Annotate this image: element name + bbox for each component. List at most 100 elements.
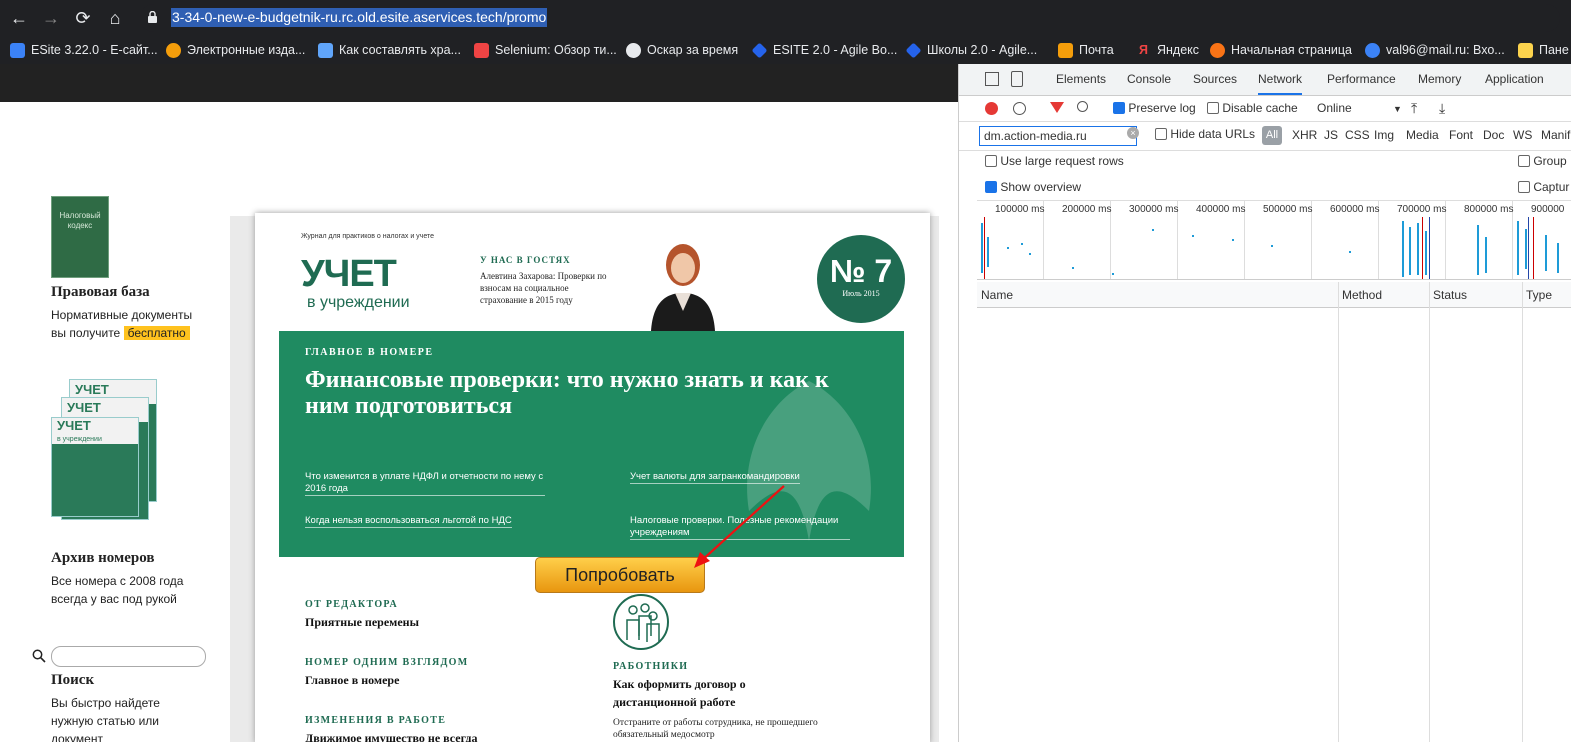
import-har-icon[interactable]: ⤒ <box>1411 100 1417 117</box>
legal-text-line1: Нормативные документы <box>51 308 193 322</box>
try-button[interactable]: Попробовать <box>535 557 705 593</box>
bookmark-mail[interactable]: Почта <box>1058 41 1114 59</box>
preserve-log-checkbox[interactable] <box>1113 102 1125 114</box>
tab-console[interactable]: Console <box>1127 72 1171 86</box>
archive-covers-image[interactable]: УЧЕТ УЧЕТ УЧЕТ в учреждении <box>51 379 171 520</box>
red-arrow-icon <box>694 485 785 568</box>
record-icon[interactable] <box>985 102 998 115</box>
devtools-tabbar: Elements Console Sources Network Perform… <box>959 64 1571 96</box>
gear-orange-icon <box>166 42 181 58</box>
capture-checkbox[interactable] <box>1518 181 1530 193</box>
filter-icon[interactable] <box>1050 102 1064 113</box>
disable-cache-toggle[interactable]: Disable cache <box>1207 101 1298 115</box>
home-button[interactable]: ⌂ <box>104 7 126 29</box>
search-input[interactable] <box>51 646 206 667</box>
search-icon[interactable] <box>1077 101 1088 112</box>
feature-link-ndfl[interactable]: Что изменится в уплате НДФЛ и отчетности… <box>305 471 545 496</box>
glance-title[interactable]: Главное в номере <box>305 671 399 689</box>
throttle-select[interactable]: Online ▼ <box>1317 101 1402 115</box>
column-name[interactable]: Name <box>981 288 1013 302</box>
clear-filter-icon[interactable]: × <box>1127 127 1139 139</box>
filter-input[interactable]: dm.action-media.ru <box>979 126 1137 146</box>
bookmark-editions[interactable]: Электронные изда... <box>166 41 305 59</box>
archive-title[interactable]: Архив номеров <box>51 550 154 567</box>
x-icon <box>10 42 25 58</box>
forward-button[interactable]: → <box>40 7 62 29</box>
timeline-tick: 200000 ms <box>1062 204 1112 215</box>
filter-all-button[interactable]: All <box>1262 126 1282 145</box>
filter-manifest[interactable]: Manif <box>1541 128 1570 142</box>
large-rows-label: Use large request rows <box>1000 154 1124 168</box>
large-rows-checkbox[interactable] <box>985 155 997 167</box>
archive-cover-word: УЧЕТ <box>57 418 91 433</box>
inspect-element-icon[interactable] <box>985 72 999 86</box>
tab-application[interactable]: Application <box>1485 72 1544 86</box>
filter-js[interactable]: JS <box>1324 128 1338 142</box>
filter-xhr[interactable]: XHR <box>1292 128 1317 142</box>
reload-button[interactable]: ⟳ <box>72 7 94 29</box>
guest-text: Алевтина Захарова: Проверки по взносам н… <box>480 271 607 305</box>
tab-network[interactable]: Network <box>1258 72 1303 95</box>
bookmark-panel[interactable]: Пане <box>1518 41 1569 59</box>
globe-icon <box>626 42 641 58</box>
bookmark-selenium[interactable]: Selenium: Обзор ти... <box>474 41 617 59</box>
hide-data-urls-checkbox[interactable] <box>1155 128 1167 140</box>
back-button[interactable]: ← <box>8 7 30 29</box>
bookmark-esite[interactable]: ESite 3.22.0 - E-сайт... <box>10 41 158 59</box>
bookmark-yandex[interactable]: Я Яндекс <box>1136 41 1199 59</box>
large-rows-toggle[interactable]: Use large request rows <box>985 154 1124 168</box>
changes-heading: ИЗМЕНЕНИЯ В РАБОТЕ <box>305 715 447 726</box>
url-text[interactable]: 3-34-0-new-e-budgetnik-ru.rc.old.esite.a… <box>171 8 548 27</box>
show-overview-checkbox[interactable] <box>985 181 997 193</box>
filter-img[interactable]: Img <box>1374 128 1394 142</box>
column-method[interactable]: Method <box>1342 288 1382 302</box>
filter-media[interactable]: Media <box>1406 128 1439 142</box>
column-status[interactable]: Status <box>1433 288 1467 302</box>
tab-performance[interactable]: Performance <box>1327 72 1396 86</box>
search-title[interactable]: Поиск <box>51 672 94 689</box>
guest-heading: У НАС В ГОСТЯХ <box>480 255 571 265</box>
tab-elements[interactable]: Elements <box>1056 72 1106 86</box>
bookmark-start-page[interactable]: Начальная страница <box>1210 41 1352 59</box>
tab-memory[interactable]: Memory <box>1418 72 1461 86</box>
bookmark-oscar[interactable]: Оскар за время <box>626 41 738 59</box>
tax-code-book-image[interactable]: Налоговый кодекс <box>51 196 109 278</box>
editor-title[interactable]: Приятные перемены <box>305 613 419 631</box>
bookmark-howto[interactable]: Как составлять хра... <box>318 41 461 59</box>
filter-font[interactable]: Font <box>1449 128 1473 142</box>
show-overview-toggle[interactable]: Show overview <box>985 180 1081 194</box>
hide-data-urls-toggle[interactable]: Hide data URLs <box>1155 127 1255 141</box>
preserve-log-label: Preserve log <box>1128 101 1196 115</box>
mail-icon <box>1058 42 1073 58</box>
filter-css[interactable]: CSS <box>1345 128 1370 142</box>
disable-cache-checkbox[interactable] <box>1207 102 1219 114</box>
workers-heading: РАБОТНИКИ <box>613 661 689 672</box>
capture-toggle[interactable]: Captur <box>1518 180 1569 194</box>
network-overview-timeline[interactable]: 100000 ms 200000 ms 300000 ms 400000 ms … <box>977 200 1571 280</box>
group-toggle[interactable]: Group <box>1518 154 1567 168</box>
bookmark-label: Яндекс <box>1157 43 1200 57</box>
devtools-panel: Elements Console Sources Network Perform… <box>958 64 1571 742</box>
browser-toolbar: ← → ⟳ ⌂ 3-34-0-new-e-budgetnik-ru.rc.old… <box>0 0 1571 36</box>
changes-title[interactable]: Движимое имущество не всегда <box>305 729 478 742</box>
device-toolbar-icon[interactable] <box>1011 71 1023 87</box>
timeline-tick: 700000 ms <box>1397 204 1447 215</box>
filter-doc[interactable]: Doc <box>1483 128 1504 142</box>
search-text-line3: документ <box>51 732 103 742</box>
legal-base-text: Нормативные документы вы получите бесплат… <box>51 306 192 342</box>
feature-link-vat[interactable]: Когда нельзя воспользоваться льготой по … <box>305 515 512 528</box>
divider <box>959 150 1571 151</box>
export-har-icon[interactable]: ⤓ <box>1439 100 1445 117</box>
bookmark-schools[interactable]: Школы 2.0 - Agile... <box>905 41 1037 59</box>
column-type[interactable]: Type <box>1526 288 1552 302</box>
legal-base-title[interactable]: Правовая база <box>51 284 150 301</box>
bookmark-val96[interactable]: val96@mail.ru: Вхо... <box>1365 41 1505 59</box>
clear-icon[interactable] <box>1013 102 1026 115</box>
workers-title[interactable]: Как оформить договор о дистанционной раб… <box>613 675 803 711</box>
tab-sources[interactable]: Sources <box>1193 72 1237 86</box>
bookmark-label: ESite 3.22.0 - E-сайт... <box>31 43 158 57</box>
group-checkbox[interactable] <box>1518 155 1530 167</box>
preserve-log-toggle[interactable]: Preserve log <box>1113 101 1196 115</box>
filter-ws[interactable]: WS <box>1513 128 1532 142</box>
bookmark-esite-agile[interactable]: ESITE 2.0 - Agile Bo... <box>751 41 897 59</box>
